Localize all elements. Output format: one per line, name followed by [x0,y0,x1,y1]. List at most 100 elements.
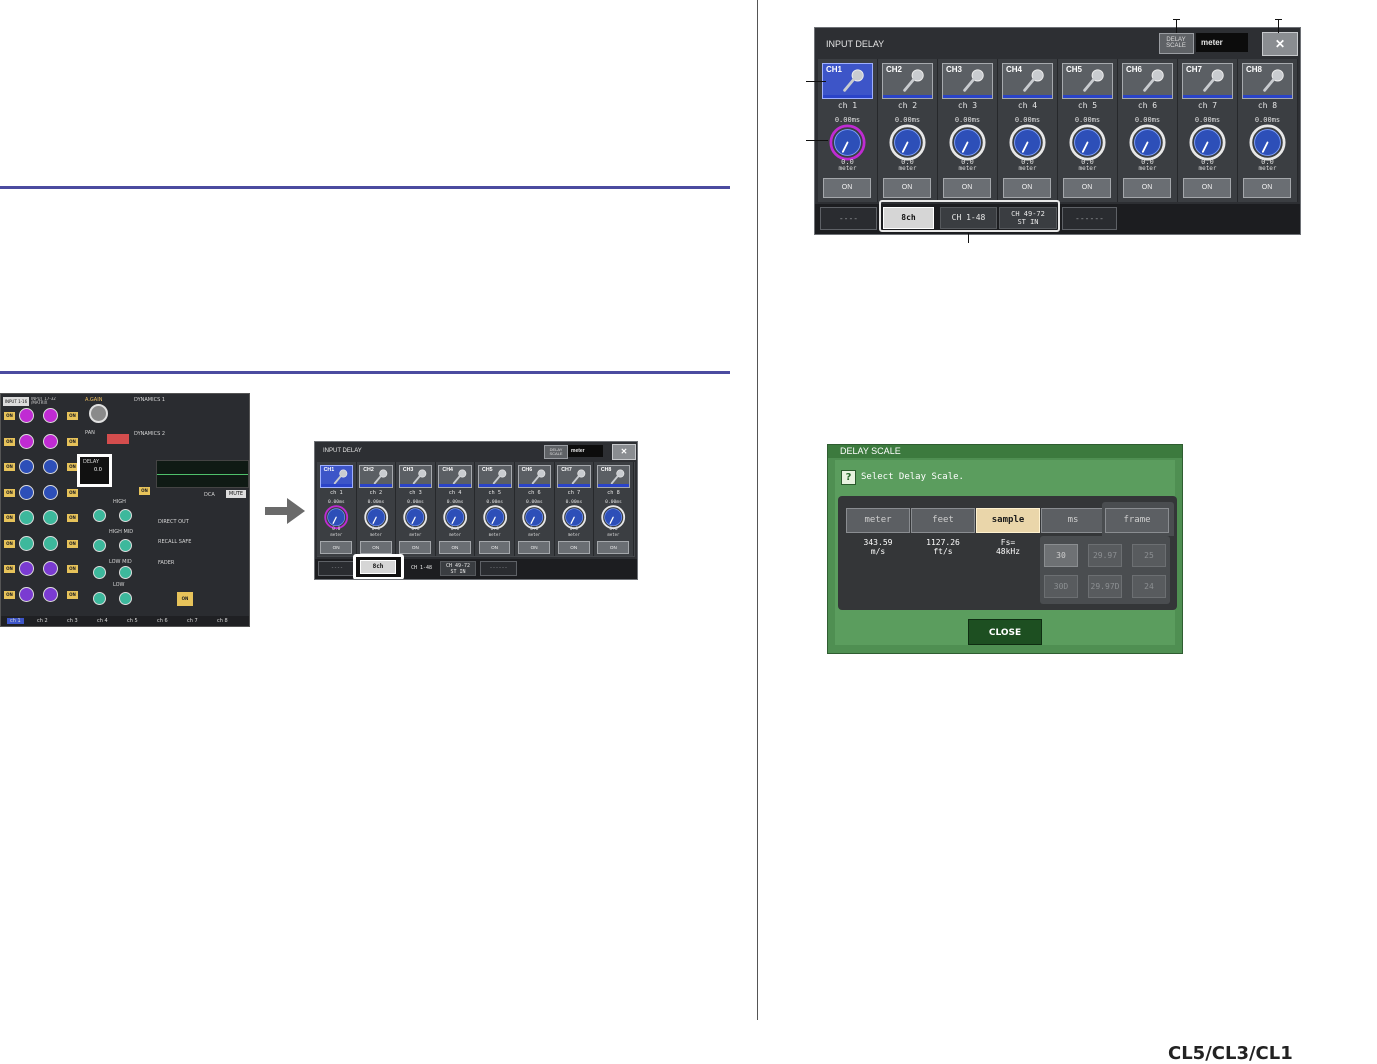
scv-channel-row: ON ON [1,481,81,506]
on-button[interactable]: ON [4,412,15,420]
delay-scale-button[interactable]: DELAY SCALE [1159,33,1194,54]
on-button[interactable]: ON [67,514,78,522]
ch-49-72-button-small[interactable]: CH 49-72 ST IN [440,561,476,576]
small-delay-on-button[interactable]: ON [518,540,550,554]
window-title-small: INPUT DELAY [323,448,362,454]
small-channel-select-button[interactable]: CH7 [557,464,591,489]
small-delay-on-button[interactable]: ON [557,540,590,554]
small-delay-on-button[interactable]: ON [359,540,392,554]
scale-meter-button[interactable]: meter [846,508,910,533]
delay-scale-dialog: DELAY SCALE ? Select Delay Scale. meter … [827,444,1183,654]
on-button[interactable]: ON [67,488,78,497]
frame-rate-30d[interactable]: 30D [1044,575,1078,598]
delay-on-button[interactable]: ON [1183,178,1231,198]
on-button[interactable]: ON [4,488,15,497]
on-button[interactable]: ON [4,514,15,522]
microphone-icon [413,469,427,484]
on-button[interactable]: ON [4,539,15,548]
delay-on-button[interactable]: ON [1243,178,1291,198]
delay-on-button[interactable]: ON [1003,178,1051,198]
on-button[interactable]: ON [4,437,15,446]
channel-select-button[interactable]: CH8 [1242,63,1293,99]
scale-feet-button[interactable]: feet [911,508,975,533]
delay-on-button[interactable]: ON [1063,178,1111,198]
close-button-small[interactable]: ✕ [612,444,636,460]
mute-tab[interactable]: MUTE [226,490,246,498]
on-button[interactable]: ON [67,539,78,548]
small-channel-select-button[interactable]: CH2 [359,464,393,489]
bank-left-button[interactable]: ---- [820,207,877,230]
ch-1-48-button-small[interactable]: CH 1-48 [405,561,438,576]
small-channel-select-button[interactable]: CH5 [478,464,512,489]
close-button[interactable]: ✕ [1262,32,1298,56]
ch-1-48-button[interactable]: CH 1-48 [940,207,997,229]
bank-right-button-small[interactable]: ------ [480,561,517,576]
column-divider [757,0,758,1020]
scale-frame-button[interactable]: frame [1105,508,1169,533]
channel-select-label[interactable]: ch 8 [217,618,228,624]
small-delay-on-button[interactable]: ON [399,540,432,554]
channel-select-button[interactable]: CH7 [1182,63,1233,99]
on-button[interactable]: ON [67,412,78,420]
channel-select-button[interactable]: CH1 [822,63,873,99]
bank-left-button-small[interactable]: ---- [318,561,356,576]
delay-button-highlight[interactable]: DELAY 0.0 [77,454,112,487]
small-channel-select-button[interactable]: CH4 [438,464,473,489]
small-delay-on-button[interactable]: ON [320,540,352,554]
small-channel-select-button[interactable]: CH6 [517,464,552,489]
delay-on-button[interactable]: ON [883,178,931,198]
frame-rate-29-97[interactable]: 29.97 [1088,544,1122,567]
microphone-icon [1143,69,1164,92]
frame-rate-24[interactable]: 24 [1132,575,1166,598]
delay-on-button[interactable]: ON [1123,178,1171,198]
ch-49-72-button[interactable]: CH 49-72 ST IN [999,207,1057,229]
channel-select-label[interactable]: ch 1 [7,618,24,624]
delay-on-button[interactable]: ON [823,178,871,198]
8ch-button[interactable]: 8ch [883,207,934,229]
dialog-close-button[interactable]: CLOSE [968,619,1042,645]
dca-label: DCA [204,492,215,498]
scale-ms-button[interactable]: ms [1041,508,1105,533]
small-delay-on-button[interactable]: ON [478,540,511,554]
channel-name: ch 8 [1257,101,1278,110]
on-button[interactable]: ON [67,437,78,446]
small-channel-select-button[interactable]: CH1 [319,464,354,489]
channel-select-label[interactable]: ch 5 [127,618,138,624]
delay-label: DELAY [83,459,99,465]
channel-select-button[interactable]: CH3 [942,63,993,99]
small-delay-on-button[interactable]: ON [597,540,630,554]
bank-right-button[interactable]: ------ [1062,207,1117,230]
channel-select-button[interactable]: CH5 [1062,63,1113,99]
on-button[interactable]: ON [4,463,15,471]
on-button[interactable]: ON [67,565,78,573]
frame-rate-25[interactable]: 25 [1132,544,1166,567]
delay-scale-button-small[interactable]: DELAY SCALE [544,445,568,459]
delay-unit: meter [330,531,343,537]
channel-select-label[interactable]: ch 7 [187,618,198,624]
st-button[interactable] [107,434,129,444]
small-channel-select-button[interactable]: CH8 [596,464,631,489]
channel-select-label[interactable]: ch 2 [37,618,48,624]
knob-icon [43,408,58,423]
channel-select-button[interactable]: CH2 [882,63,933,99]
on-button[interactable]: ON [67,590,78,599]
channel-select-label[interactable]: ch 4 [97,618,108,624]
8ch-button-small[interactable]: 8ch [360,560,396,574]
channel-select-label[interactable]: ch 3 [67,618,78,624]
scale-sample-button[interactable]: sample [976,508,1040,533]
on-button[interactable]: ON [4,590,15,599]
small-channel-select-button[interactable]: CH3 [398,464,433,489]
small-delay-on-button[interactable]: ON [439,540,471,554]
meter-speed-unit: m/s [870,547,886,556]
delay-on-button[interactable]: ON [943,178,991,198]
channel-name: ch 3 [409,489,422,496]
frame-rate-30[interactable]: 30 [1044,544,1078,567]
delay-knob-icon [324,505,349,529]
frame-rate-29-97d[interactable]: 29.97D [1088,575,1122,598]
channel-select-button[interactable]: CH6 [1122,63,1173,99]
channel-select-button[interactable]: CH4 [1002,63,1053,99]
channel-select-label[interactable]: ch 6 [157,618,168,624]
fader-on-button[interactable]: ON [177,592,193,606]
on-button[interactable]: ON [4,565,15,573]
on-button[interactable]: ON [139,487,150,495]
